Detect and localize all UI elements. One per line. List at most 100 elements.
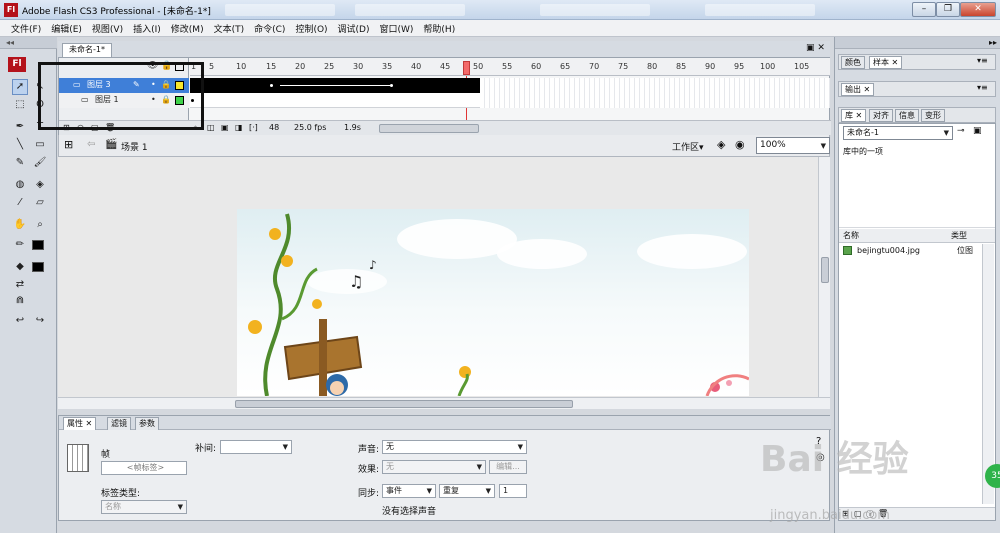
menu-window[interactable]: 窗口(W) <box>375 22 419 35</box>
keyframe[interactable] <box>270 84 273 87</box>
playhead[interactable] <box>463 61 470 75</box>
edit-scene-icon[interactable]: ◉ <box>735 138 745 151</box>
paint-bucket-tool-icon[interactable]: ◈ <box>32 177 48 193</box>
background-tab[interactable] <box>705 4 815 16</box>
effect-select[interactable]: 无 ▼ <box>382 460 486 474</box>
snap-to-objects-icon[interactable]: ⋒ <box>12 293 28 309</box>
menu-control[interactable]: 控制(O) <box>290 22 332 35</box>
tab-align[interactable]: 对齐 <box>869 109 893 122</box>
document-tab[interactable]: 未命名-1* <box>62 43 112 57</box>
sound-select[interactable]: 无 ▼ <box>382 440 527 454</box>
new-library-icon[interactable]: ▣ <box>973 126 982 136</box>
panel-grip[interactable]: ▸▸ <box>835 37 1000 49</box>
zoom-select[interactable]: 100% ▼ <box>756 137 830 154</box>
sync-select[interactable]: 事件 ▼ <box>382 484 436 498</box>
hand-tool-icon[interactable]: ✋ <box>12 217 28 233</box>
empty-frames[interactable] <box>480 78 830 93</box>
layer-3-tween-frames[interactable] <box>190 78 468 93</box>
layer-1-frames[interactable] <box>190 93 480 108</box>
pasteboard[interactable]: ♫ ♪ <box>58 157 818 397</box>
scrollbar-thumb[interactable] <box>235 400 573 408</box>
timeline-scrollbar[interactable] <box>379 124 479 133</box>
layer-3-end-frame[interactable] <box>468 78 480 93</box>
pen-tool-icon[interactable]: ✒ <box>12 119 28 135</box>
zoom-tool-icon[interactable]: ⌕ <box>32 217 48 233</box>
stage-horizontal-scrollbar[interactable] <box>58 397 830 409</box>
stage-canvas[interactable]: ♫ ♪ <box>237 209 749 396</box>
fill-color-swatch[interactable] <box>32 262 44 272</box>
library-item-row[interactable]: bejingtu004.jpg 位图 <box>839 244 995 258</box>
panel-grip[interactable]: ◂◂ <box>0 37 57 49</box>
stroke-color-swatch[interactable] <box>32 240 44 250</box>
eraser-tool-icon[interactable]: ▱ <box>32 195 48 211</box>
edit-symbol-icon[interactable]: ◈ <box>717 138 725 151</box>
frame-ruler[interactable]: 1 5 10 15 20 25 30 35 40 45 50 55 60 65 … <box>190 58 830 76</box>
repeat-select[interactable]: 重复 ▼ <box>439 484 495 498</box>
scrollbar-thumb[interactable] <box>821 257 829 283</box>
line-tool-icon[interactable]: ╲ <box>12 137 28 153</box>
eyedropper-tool-icon[interactable]: ⁄ <box>12 195 28 211</box>
background-tab[interactable] <box>225 4 335 16</box>
edit-multiple-icon[interactable]: ◨ <box>235 123 243 132</box>
onion-outline-icon[interactable]: ▣ <box>221 123 229 132</box>
menu-modify[interactable]: 修改(M) <box>166 22 209 35</box>
tab-properties[interactable]: 属性 ✕ <box>63 417 97 430</box>
onion-skin-icon[interactable]: ◫ <box>207 123 215 132</box>
scene-name[interactable]: 场景 1 <box>121 140 148 153</box>
tab-filters[interactable]: 滤镜 <box>107 417 131 430</box>
edit-sound-button[interactable]: 编辑... <box>489 460 527 474</box>
label-type-select[interactable]: 名称 ▼ <box>101 500 187 514</box>
rectangle-tool-icon[interactable]: ▭ <box>32 137 48 153</box>
selection-tool-icon[interactable]: ➚ <box>12 79 28 95</box>
column-name[interactable]: 名称 <box>843 229 859 242</box>
tab-parameters[interactable]: 参数 <box>135 417 159 430</box>
menu-text[interactable]: 文本(T) <box>209 22 250 35</box>
back-arrow-icon[interactable]: ⇦ <box>87 139 95 150</box>
keyframe[interactable] <box>390 84 393 87</box>
maximize-button[interactable]: ❐ <box>936 2 960 17</box>
doc-panel-menu-icon[interactable]: ▣ ✕ <box>806 43 825 53</box>
frame-rate[interactable]: 25.0 fps <box>294 123 326 132</box>
panel-menu-icon[interactable]: ▾≡ <box>977 56 988 65</box>
menu-file[interactable]: 文件(F) <box>6 22 46 35</box>
tab-info[interactable]: 信息 <box>895 109 919 122</box>
stage-vertical-scrollbar[interactable] <box>818 157 830 397</box>
stroke-color-icon[interactable]: ✏ <box>12 237 28 253</box>
background-tab[interactable] <box>540 4 650 16</box>
close-button[interactable]: ✕ <box>960 2 996 17</box>
tween-select[interactable]: ▼ <box>220 440 292 454</box>
modify-markers-icon[interactable]: [·] <box>249 123 258 132</box>
flash-logo: Fl <box>8 57 26 72</box>
fill-color-icon[interactable]: ◆ <box>12 259 28 275</box>
free-transform-tool-icon[interactable]: ⬚ <box>12 97 28 113</box>
minimize-button[interactable]: – <box>912 2 936 17</box>
smooth-icon[interactable]: ↩ <box>12 313 28 329</box>
pencil-tool-icon[interactable]: ✎ <box>12 155 28 171</box>
output-panel-header: 输出 ✕ ▾≡ <box>838 81 996 97</box>
menu-commands[interactable]: 命令(C) <box>249 22 290 35</box>
background-tab[interactable] <box>355 4 465 16</box>
tab-color[interactable]: 颜色 <box>841 56 865 69</box>
frame-name-input[interactable]: <帧标签> <box>101 461 187 475</box>
tab-library[interactable]: 库 ✕ <box>841 109 867 122</box>
tab-transform[interactable]: 变形 <box>921 109 945 122</box>
timeline-toggle-icon[interactable]: ⊞ <box>64 138 73 151</box>
straighten-icon[interactable]: ↪ <box>32 313 48 329</box>
repeat-count-input[interactable]: 1 <box>499 484 527 498</box>
menu-debug[interactable]: 调试(D) <box>333 22 375 35</box>
ink-bottle-tool-icon[interactable]: ◍ <box>12 177 28 193</box>
tab-swatches[interactable]: 样本 ✕ <box>869 56 903 69</box>
library-document-select[interactable]: 未命名-1 ▼ <box>843 126 953 140</box>
menu-edit[interactable]: 编辑(E) <box>46 22 87 35</box>
swap-colors-icon[interactable]: ⇄ <box>12 277 28 293</box>
column-type[interactable]: 类型 <box>951 229 967 242</box>
workspace-menu[interactable]: 工作区▾ <box>672 140 704 153</box>
panel-menu-icon[interactable]: ▾≡ <box>977 83 988 92</box>
menu-view[interactable]: 视图(V) <box>87 22 128 35</box>
menu-help[interactable]: 帮助(H) <box>418 22 460 35</box>
brush-tool-icon[interactable]: 🖌 <box>32 155 48 171</box>
empty-frames[interactable] <box>480 93 830 108</box>
tab-output[interactable]: 输出 ✕ <box>841 83 875 96</box>
menu-insert[interactable]: 插入(I) <box>128 22 166 35</box>
pin-icon[interactable]: ⊸ <box>957 126 965 136</box>
